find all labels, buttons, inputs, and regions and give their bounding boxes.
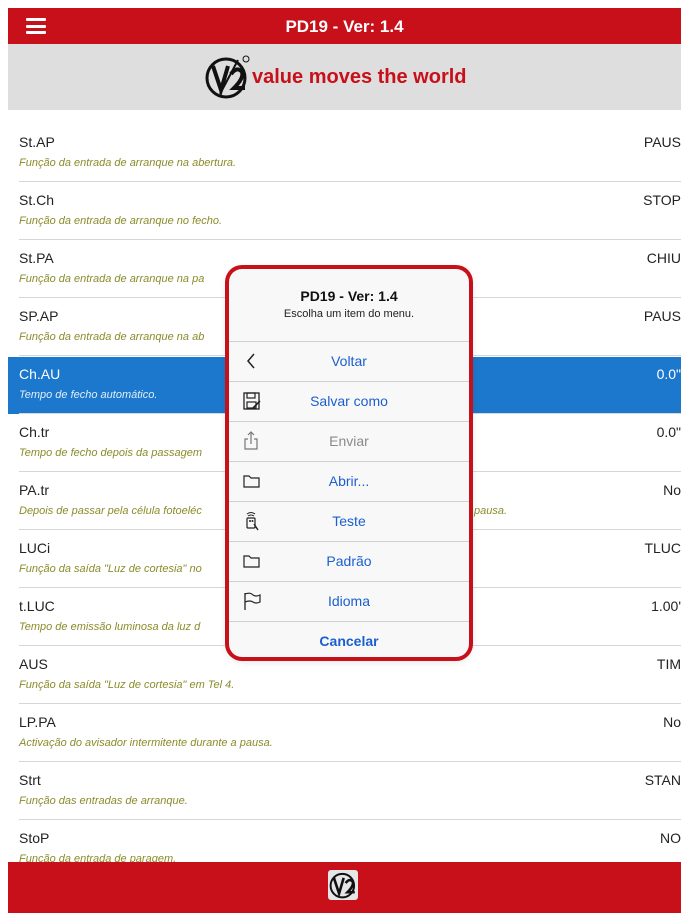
row-divider — [19, 239, 681, 240]
parameter-code: St.Ch — [19, 192, 55, 208]
parameter-value: No — [663, 482, 681, 498]
menu-item-label: Salvar como — [310, 393, 388, 409]
parameter-description: Activação do avisador intermitente duran… — [19, 737, 273, 749]
row-divider — [19, 181, 681, 182]
menu-item-salvar-como[interactable]: Salvar como — [229, 382, 469, 422]
menu-item-label: Abrir... — [328, 473, 370, 489]
parameter-description: Função da saída "Luz de cortesia" em Tel… — [19, 679, 235, 691]
menu-item-label: Idioma — [327, 593, 371, 609]
parameter-description-tail: pausa. — [474, 505, 508, 517]
parameter-value: PAUS — [643, 134, 681, 150]
parameter-code: AUS — [19, 656, 48, 672]
cancel-button[interactable]: Cancelar — [229, 622, 469, 657]
menu-item-voltar[interactable]: Voltar — [229, 342, 469, 382]
footer-bar — [8, 862, 681, 913]
menu-item-label: Teste — [332, 513, 366, 529]
parameter-description: Função da entrada de arranque na ab — [19, 331, 205, 343]
menu-item-label: Padrão — [326, 553, 372, 569]
menu-item-padrao[interactable]: Padrão — [229, 542, 469, 582]
parameter-value: TIM — [656, 656, 681, 672]
footer-logo[interactable] — [328, 870, 358, 900]
app-title: PD19 - Ver: 1.4 — [285, 17, 404, 36]
parameter-description: Tempo de fecho depois da passagem — [19, 447, 203, 459]
menu-item-idioma[interactable]: Idioma — [229, 582, 469, 622]
parameter-value: STAN — [644, 772, 681, 788]
list-item[interactable]: LP.PA Activação do avisador intermitente … — [8, 705, 681, 762]
parameter-description: Função da entrada de arranque na pa — [19, 273, 205, 285]
brand-tagline: value moves the world — [252, 65, 467, 88]
parameter-value: NO — [660, 830, 681, 846]
parameter-description: Função da entrada de arranque na abertur… — [19, 157, 237, 169]
parameter-code: StoP — [19, 830, 50, 846]
row-divider — [19, 761, 681, 762]
parameter-value: TLUC — [644, 540, 681, 556]
parameter-description: Função da entrada de arranque no fecho. — [19, 215, 223, 227]
parameter-value: PAUS — [643, 308, 681, 324]
action-sheet-dialog: PD19 - Ver: 1.4 Escolha um item do menu.… — [229, 269, 469, 657]
parameter-description: Função das entradas de arranque. — [19, 795, 188, 807]
parameter-value: 0.0" — [656, 366, 681, 382]
menu-item-label: Voltar — [331, 353, 367, 369]
brand-logo: value moves the world — [204, 54, 467, 100]
parameter-code: Ch.AU — [19, 366, 61, 382]
status-bar — [0, 0, 681, 8]
menu-item-abrir[interactable]: Abrir... — [229, 462, 469, 502]
parameter-code: PA.tr — [19, 482, 50, 498]
brand-banner: value moves the world — [8, 44, 681, 111]
parameter-code: St.AP — [19, 134, 55, 150]
list-item[interactable]: Strt Função das entradas de arranque. STAN — [8, 763, 681, 820]
list-item[interactable]: StoP Função da entrada de paragem. NO — [8, 821, 681, 862]
parameter-value: CHIU — [646, 250, 681, 266]
dialog-header: PD19 - Ver: 1.4 Escolha um item do menu. — [229, 269, 469, 342]
parameter-description: Tempo de emissão luminosa da luz d — [19, 621, 201, 633]
parameter-code: Ch.tr — [19, 424, 50, 440]
parameter-code: SP.AP — [19, 308, 59, 324]
menu-item-enviar[interactable]: Enviar — [229, 422, 469, 462]
parameter-value: 1.00' — [651, 598, 681, 614]
row-divider — [19, 703, 681, 704]
parameter-code: Strt — [19, 772, 41, 788]
list-item[interactable]: St.AP Função da entrada de arranque na ab… — [8, 125, 681, 182]
row-divider — [19, 819, 681, 820]
list-item[interactable]: St.Ch Função da entrada de arranque no fe… — [8, 183, 681, 240]
menu-item-teste[interactable]: Teste — [229, 502, 469, 542]
parameter-description: Função da saída "Luz de cortesia" no — [19, 563, 202, 575]
parameter-code: St.PA — [19, 250, 54, 266]
parameter-code: LUCi — [19, 540, 51, 556]
dialog-title: PD19 - Ver: 1.4 — [300, 288, 398, 304]
dialog-subtitle: Escolha um item do menu. — [283, 308, 415, 320]
parameter-value: 0.0" — [656, 424, 681, 440]
app-header: PD19 - Ver: 1.4 — [8, 8, 681, 44]
parameter-code: LP.PA — [19, 714, 56, 730]
v2-logo-icon — [329, 872, 356, 899]
parameter-description: Depois de passar pela célula fotoeléc — [19, 505, 202, 517]
v2-logo-icon — [205, 55, 250, 99]
menu-item-label: Enviar — [329, 433, 369, 449]
parameter-description: Função da entrada de paragem. — [19, 853, 177, 862]
parameter-description: Tempo de fecho automático. — [19, 389, 158, 401]
parameter-value: No — [663, 714, 681, 730]
parameter-value: STOP — [643, 192, 681, 208]
parameter-code: t.LUC — [19, 598, 55, 614]
